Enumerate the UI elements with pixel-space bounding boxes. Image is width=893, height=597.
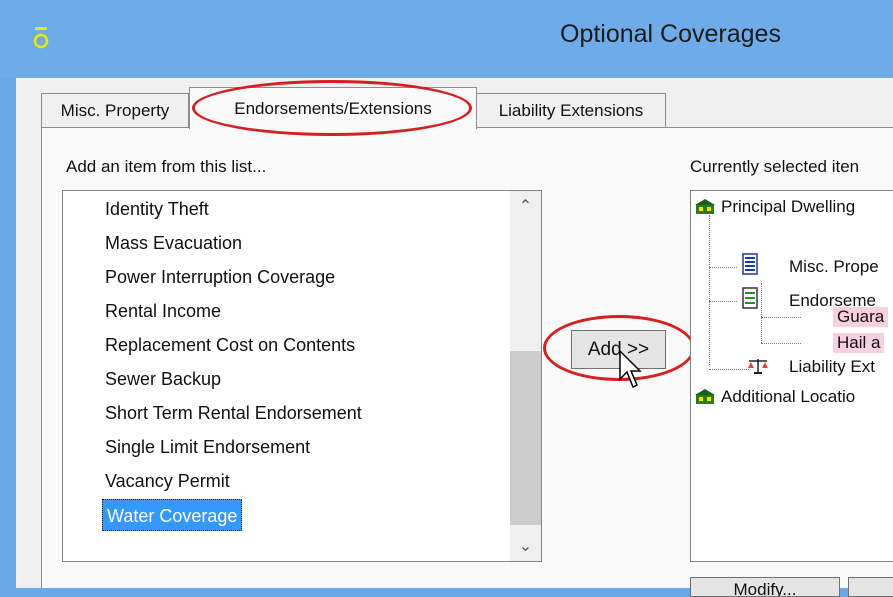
document-icon: [742, 253, 758, 275]
scales-icon: [748, 359, 768, 374]
tree-node-hail[interactable]: Hail a: [833, 333, 885, 353]
scroll-down-icon[interactable]: ⌄: [510, 531, 541, 561]
tree-node-misc-property[interactable]: Misc. Prope: [789, 257, 879, 277]
list-item[interactable]: Replacement Cost on Contents: [105, 329, 355, 361]
tree-line: [709, 301, 737, 302]
list-item[interactable]: Short Term Rental Endorsement: [105, 397, 362, 429]
list-item[interactable]: Power Interruption Coverage: [105, 261, 335, 293]
tree-node-guaranteed[interactable]: Guara: [833, 307, 889, 327]
available-items-label: Add an item from this list...: [66, 157, 267, 176]
selected-items-label: Currently selected iten: [690, 157, 860, 176]
scroll-up-icon[interactable]: ⌃: [510, 191, 541, 221]
modify-button[interactable]: Modify...: [690, 577, 840, 597]
modify-button-label: Modify...: [733, 580, 797, 597]
tree-node-additional-locations[interactable]: Additional Locatio: [721, 387, 855, 407]
tree-line: [709, 369, 749, 370]
tree-line: [709, 215, 710, 365]
list-item[interactable]: Identity Theft: [105, 193, 209, 225]
list-item[interactable]: Vacancy Permit: [105, 465, 230, 497]
scroll-thumb[interactable]: [510, 351, 541, 525]
tree-node-principal-dwelling[interactable]: Principal Dwelling: [721, 197, 855, 217]
list-item[interactable]: Mass Evacuation: [105, 227, 242, 259]
list-item[interactable]: Single Limit Endorsement: [105, 431, 310, 463]
list-item-selected[interactable]: Water Coverage: [102, 499, 243, 531]
tab-misc-property[interactable]: Misc. Property: [41, 93, 189, 127]
title-bar: Optional Coverages: [0, 0, 893, 78]
tab-liability-extensions[interactable]: Liability Extensions: [476, 93, 666, 127]
tree-node-liability-extensions[interactable]: Liability Ext: [789, 357, 875, 377]
house-icon: [695, 389, 715, 404]
available-items-list[interactable]: Identity Theft Mass Evacuation Power Int…: [62, 190, 542, 562]
tree-line: [709, 267, 737, 268]
tree-line: [761, 283, 762, 343]
window-title: Optional Coverages: [560, 20, 781, 48]
mouse-cursor-icon: [619, 349, 642, 389]
tree-line: [761, 317, 801, 318]
tree-line: [761, 343, 801, 344]
app-icon: [33, 27, 49, 49]
list-item[interactable]: Rental Income: [105, 295, 221, 327]
list-item[interactable]: Sewer Backup: [105, 363, 221, 395]
document-icon: [742, 287, 758, 309]
house-icon: [695, 199, 715, 214]
list-scrollbar[interactable]: ⌃ ⌄: [510, 191, 541, 561]
selected-items-tree[interactable]: Principal Dwelling Misc. Prope Endorseme…: [690, 190, 893, 562]
tab-endorsements-extensions[interactable]: Endorsements/Extensions: [189, 87, 477, 129]
secondary-button[interactable]: [848, 577, 893, 597]
